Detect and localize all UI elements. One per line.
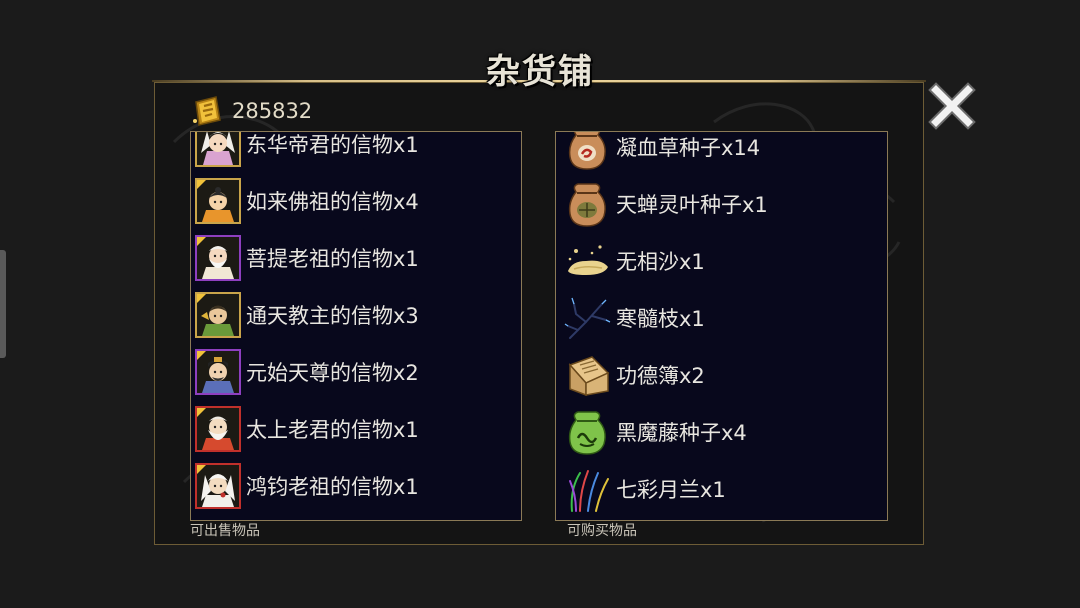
list-item[interactable]: 如来佛祖的信物x4	[191, 172, 521, 229]
blue-branch-icon	[564, 297, 611, 339]
buy-item-list[interactable]: 凝血草种子x14 天蝉灵叶种子x1 无相沙x1 寒髓枝x1 功德簿x2 黑魔藤种…	[555, 131, 888, 521]
item-name: 菩提老祖的信物x1	[246, 246, 419, 271]
shop-title: 杂货铺	[486, 52, 594, 92]
list-item[interactable]: 通天教主的信物x3	[191, 286, 521, 343]
list-item[interactable]: 太上老君的信物x1	[191, 400, 521, 457]
rainbow-orchid-icon	[569, 469, 609, 512]
game-screen: 杂货铺 285832 东华帝君的信物x1 如来佛祖的信物x4 菩提老祖的信物x1…	[0, 0, 1080, 608]
item-name: 元始天尊的信物x2	[246, 360, 419, 385]
sell-list-label: 可出售物品	[190, 523, 260, 539]
close-icon[interactable]	[926, 80, 978, 132]
item-name: 鸿钧老祖的信物x1	[246, 474, 419, 499]
puti-laozu-portrait	[195, 234, 241, 281]
currency-amount: 285832	[232, 99, 313, 123]
rulai-fozu-portrait	[195, 177, 241, 224]
hongjun-laozu-portrait	[195, 462, 241, 509]
seed-bag-red-icon	[568, 132, 606, 170]
item-name: 七彩月兰x1	[616, 477, 726, 502]
list-item[interactable]: 功德簿x2	[556, 346, 887, 403]
item-name: 黑魔藤种子x4	[616, 420, 747, 445]
list-item[interactable]: 黑魔藤种子x4	[556, 403, 887, 460]
list-item[interactable]: 元始天尊的信物x2	[191, 343, 521, 400]
donghua-dijun-portrait	[195, 132, 241, 167]
list-item[interactable]: 七彩月兰x1	[556, 460, 887, 517]
list-item[interactable]: 天蝉灵叶种子x1	[556, 175, 887, 232]
item-name: 如来佛祖的信物x4	[246, 189, 419, 214]
currency-display: 285832	[190, 93, 312, 129]
scroll-book-icon	[568, 355, 610, 396]
edge-handle[interactable]	[0, 250, 6, 358]
sand-pile-icon	[568, 244, 608, 275]
item-name: 太上老君的信物x1	[246, 417, 419, 442]
list-item[interactable]: 东华帝君的信物x1	[191, 132, 521, 172]
gold-ingot-icon	[193, 96, 221, 126]
yuanshi-tianzun-portrait	[195, 348, 241, 395]
item-name: 无相沙x1	[616, 249, 705, 274]
list-item[interactable]: 鸿钧老祖的信物x1	[191, 457, 521, 514]
item-name: 通天教主的信物x3	[246, 303, 419, 328]
item-name: 东华帝君的信物x1	[246, 132, 419, 157]
seed-bag-lime-icon	[568, 410, 606, 455]
list-item[interactable]: 寒髓枝x1	[556, 289, 887, 346]
sell-item-list[interactable]: 东华帝君的信物x1 如来佛祖的信物x4 菩提老祖的信物x1 通天教主的信物x3 …	[190, 131, 522, 521]
item-name: 天蝉灵叶种子x1	[616, 192, 768, 217]
buy-list-label: 可购买物品	[567, 523, 637, 539]
close-button[interactable]	[926, 80, 978, 132]
list-item[interactable]: 菩提老祖的信物x1	[191, 229, 521, 286]
item-name: 功德簿x2	[616, 363, 705, 388]
list-item[interactable]: 无相沙x1	[556, 232, 887, 289]
item-name: 寒髓枝x1	[616, 306, 705, 331]
list-item[interactable]: 凝血草种子x14	[556, 132, 887, 175]
tongtian-jiaozhu-portrait	[195, 291, 241, 338]
item-name: 凝血草种子x14	[616, 135, 761, 160]
taishang-laojun-portrait	[195, 405, 241, 452]
seed-bag-green-icon	[568, 182, 606, 227]
